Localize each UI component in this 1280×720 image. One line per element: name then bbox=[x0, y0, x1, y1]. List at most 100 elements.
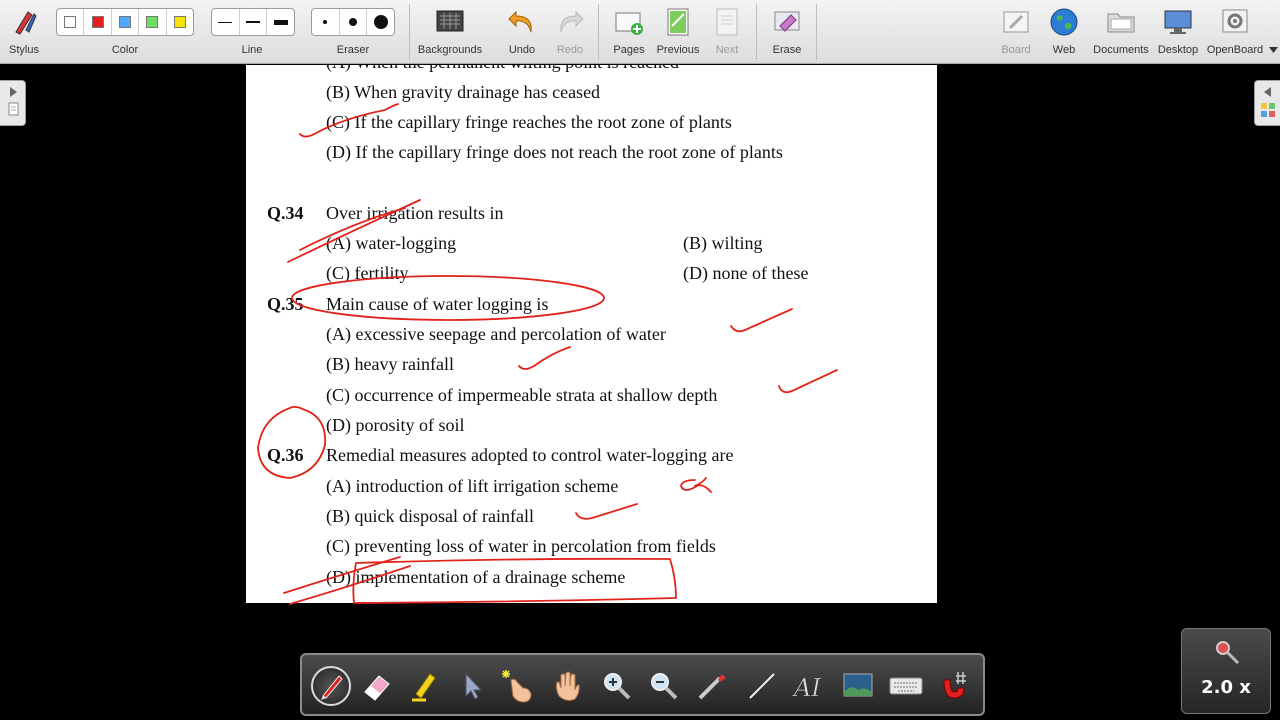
hand-tool[interactable] bbox=[547, 666, 587, 706]
color-label: Color bbox=[111, 44, 139, 56]
selector-tool[interactable] bbox=[452, 666, 492, 706]
laser-pointer-icon bbox=[698, 674, 726, 700]
color-swatch-red[interactable] bbox=[84, 9, 112, 35]
pen-tool[interactable] bbox=[311, 666, 351, 706]
q33-option-a: (A) When the permanent wilting point is … bbox=[326, 65, 679, 73]
pen-icon bbox=[321, 675, 343, 700]
q36-number: Q.36 bbox=[267, 445, 304, 465]
line-label: Line bbox=[241, 44, 263, 56]
openboard-button[interactable]: OpenBoard bbox=[1203, 0, 1267, 64]
color-swatch-white[interactable] bbox=[57, 9, 85, 35]
interact-tool[interactable] bbox=[497, 666, 537, 706]
erase-label: Erase bbox=[772, 44, 802, 56]
color-swatch-green[interactable] bbox=[139, 9, 167, 35]
redo-button[interactable]: Redo bbox=[548, 0, 592, 64]
previous-label: Previous bbox=[656, 44, 700, 56]
backgrounds-icon bbox=[436, 10, 464, 32]
line-medium[interactable] bbox=[240, 9, 268, 35]
magnifier-icon bbox=[1216, 641, 1240, 665]
backgrounds-label: Backgrounds bbox=[417, 44, 483, 56]
q35-option-b: (B) heavy rainfall bbox=[326, 354, 454, 374]
documents-label: Documents bbox=[1093, 44, 1149, 56]
chevron-down-icon[interactable] bbox=[1269, 46, 1278, 54]
q36-option-a: (A) introduction of lift irrigation sche… bbox=[326, 476, 619, 496]
q35-option-c: (C) occurrence of impermeable strata at … bbox=[326, 385, 718, 405]
next-page-button[interactable]: Next bbox=[704, 0, 750, 64]
web-button[interactable]: Web bbox=[1041, 0, 1087, 64]
board-label: Board bbox=[1001, 44, 1031, 56]
color-swatch-yellow[interactable] bbox=[167, 9, 193, 35]
zoom-indicator[interactable]: 2.0 x bbox=[1181, 628, 1271, 714]
laser-pointer-tool[interactable] bbox=[692, 666, 732, 706]
virtual-keyboard-tool[interactable] bbox=[886, 666, 926, 706]
backgrounds-button[interactable]: Backgrounds bbox=[414, 0, 486, 64]
text-icon: AI bbox=[792, 674, 822, 703]
previous-page-icon bbox=[667, 8, 689, 36]
previous-page-button[interactable]: Previous bbox=[655, 0, 701, 64]
undo-button[interactable]: Undo bbox=[500, 0, 544, 64]
stylus-icon bbox=[15, 11, 37, 35]
q34-option-d: (D) none of these bbox=[683, 263, 809, 283]
line-thin[interactable] bbox=[212, 9, 240, 35]
eraser-label: Eraser bbox=[336, 44, 370, 56]
add-page-icon bbox=[615, 12, 643, 35]
line-width-picker[interactable] bbox=[211, 8, 295, 36]
redo-icon bbox=[560, 10, 584, 33]
zoom-in-icon bbox=[604, 673, 631, 700]
capture-icon bbox=[843, 673, 873, 697]
line-group: Line bbox=[208, 0, 296, 64]
stylus-label: Stylus bbox=[9, 44, 39, 56]
library-icon bbox=[1260, 87, 1275, 117]
q34-question: Over irrigation results in bbox=[326, 203, 504, 223]
openboard-label: OpenBoard bbox=[1206, 44, 1264, 56]
board-button[interactable]: Board bbox=[993, 0, 1039, 64]
hand-icon bbox=[555, 671, 580, 701]
undo-icon bbox=[508, 10, 532, 33]
top-toolbar: Stylus Color Line Eraser Backgrounds Und… bbox=[0, 0, 1280, 64]
color-picker[interactable] bbox=[56, 8, 194, 36]
folder-icon bbox=[1107, 13, 1135, 33]
page-thumbnails-icon bbox=[8, 87, 18, 116]
eraser-small[interactable] bbox=[312, 9, 340, 35]
q34-option-c: (C) fertility bbox=[326, 263, 409, 283]
color-swatch-blue[interactable] bbox=[112, 9, 140, 35]
line-thick[interactable] bbox=[267, 9, 294, 35]
toolbar-separator bbox=[409, 4, 410, 60]
q36-option-b: (B) quick disposal of rainfall bbox=[326, 506, 534, 526]
redo-label: Redo bbox=[556, 44, 584, 56]
q34-number: Q.34 bbox=[267, 203, 304, 223]
eraser-large[interactable] bbox=[367, 9, 394, 35]
zoom-out-tool[interactable] bbox=[644, 666, 684, 706]
documents-button[interactable]: Documents bbox=[1089, 0, 1153, 64]
board-icon bbox=[1003, 11, 1029, 33]
gear-icon bbox=[1222, 9, 1248, 33]
right-palette-tab[interactable] bbox=[1254, 80, 1280, 126]
capture-tool[interactable] bbox=[838, 666, 878, 706]
tools-dock: AI bbox=[300, 653, 985, 716]
zoom-out-icon bbox=[651, 673, 678, 700]
desktop-icon bbox=[1164, 10, 1192, 34]
eraser-size-picker[interactable] bbox=[311, 8, 395, 36]
q33-option-d: (D) If the capillary fringe does not rea… bbox=[326, 142, 783, 162]
eraser-medium[interactable] bbox=[340, 9, 368, 35]
q33-option-c: (C) If the capillary fringe reaches the … bbox=[326, 112, 732, 132]
eraser-tool[interactable] bbox=[357, 666, 397, 706]
stylus-button[interactable]: Stylus bbox=[2, 0, 46, 64]
board-page[interactable]: (A) When the permanent wilting point is … bbox=[246, 65, 937, 603]
next-label: Next bbox=[715, 44, 739, 56]
highlighter-tool[interactable] bbox=[404, 666, 444, 706]
q35-option-d: (D) porosity of soil bbox=[326, 415, 465, 435]
text-tool[interactable]: AI bbox=[790, 666, 830, 706]
left-palette-tab[interactable] bbox=[0, 80, 26, 126]
eraser-group: Eraser bbox=[308, 0, 398, 64]
pages-button[interactable]: Pages bbox=[606, 0, 652, 64]
erase-button[interactable]: Erase bbox=[764, 0, 810, 64]
magnet-tool[interactable] bbox=[934, 666, 974, 706]
highlighter-icon bbox=[412, 673, 436, 702]
q35-number: Q.35 bbox=[267, 294, 304, 314]
zoom-in-tool[interactable] bbox=[597, 666, 637, 706]
toolbar-separator bbox=[816, 4, 817, 60]
next-page-icon bbox=[716, 8, 738, 36]
line-tool[interactable] bbox=[742, 666, 782, 706]
desktop-button[interactable]: Desktop bbox=[1155, 0, 1201, 64]
